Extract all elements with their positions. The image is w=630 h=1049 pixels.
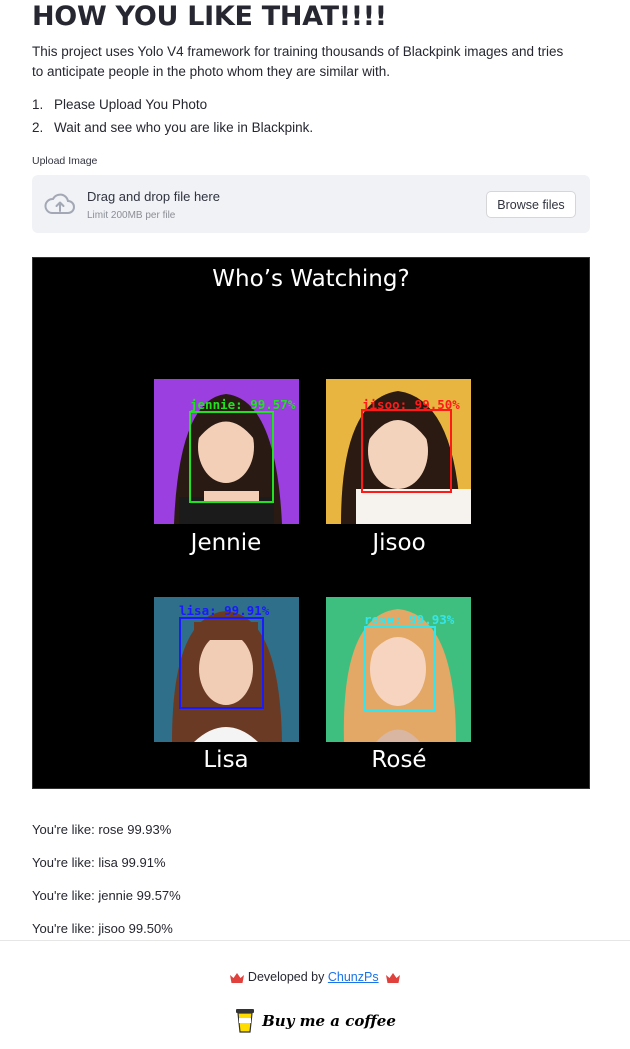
developed-by-text: Developed by: [247, 970, 325, 984]
footer: Developed by ChunzPs: [0, 970, 630, 984]
image-title: Who’s Watching?: [212, 266, 410, 292]
detection-box-jisoo: [361, 409, 452, 493]
tile-name-jisoo: Jisoo: [372, 530, 426, 556]
coffee-cup-icon: [236, 1009, 255, 1033]
upload-label: Upload Image: [32, 155, 98, 167]
file-dropzone[interactable]: Drag and drop file here Limit 200MB per …: [32, 175, 590, 233]
list-item: 2. Wait and see who you are like in Black…: [32, 120, 314, 135]
author-link[interactable]: ChunzPs: [328, 970, 379, 984]
coffee-text: Buy me a coffee: [262, 1012, 396, 1030]
crown-icon: [386, 972, 401, 983]
instruction-list: 1. Please Upload You Photo 2. Wait and see…: [32, 95, 313, 141]
result-line: You're like: jennie 99.57%: [32, 888, 181, 903]
detection-box-rose: [364, 626, 436, 712]
crown-icon: [229, 972, 244, 983]
detection-label-jennie: jennie: 99.57%: [190, 397, 296, 412]
browse-files-button[interactable]: Browse files: [486, 191, 576, 218]
file-size-limit: Limit 200MB per file: [87, 210, 176, 221]
detection-label-rose: rose: 99.93%: [364, 612, 455, 627]
results-list: You're like: rose 99.93% You're like: li…: [32, 822, 181, 954]
page-title: HOW YOU LIKE THAT!!!!: [32, 1, 387, 32]
tile-name-jennie: Jennie: [190, 530, 262, 556]
detection-box-jennie: [189, 411, 274, 503]
list-item: 1. Please Upload You Photo: [32, 97, 208, 112]
tile-name-rose: Rosé: [371, 747, 427, 773]
result-line: You're like: jisoo 99.50%: [32, 921, 173, 936]
cloud-upload-icon: [44, 193, 75, 214]
detection-label-lisa: lisa: 99.91%: [179, 603, 270, 618]
detection-label-jisoo: jisoo: 99.50%: [362, 397, 460, 412]
detection-box-lisa: [179, 617, 264, 709]
result-line: You're like: rose 99.93%: [32, 822, 172, 837]
buy-me-a-coffee-button[interactable]: Buy me a coffee: [0, 1008, 630, 1039]
tile-name-lisa: Lisa: [203, 747, 249, 773]
result-line: You're like: lisa 99.91%: [32, 855, 166, 870]
footer-divider: [0, 940, 630, 941]
project-description: This project uses Yolo V4 framework for …: [32, 44, 564, 79]
detection-result-image: Who’s Watching? jennie: 99.57% Jennie ji…: [32, 257, 590, 789]
dropzone-instructions: Drag and drop file here: [87, 189, 220, 204]
